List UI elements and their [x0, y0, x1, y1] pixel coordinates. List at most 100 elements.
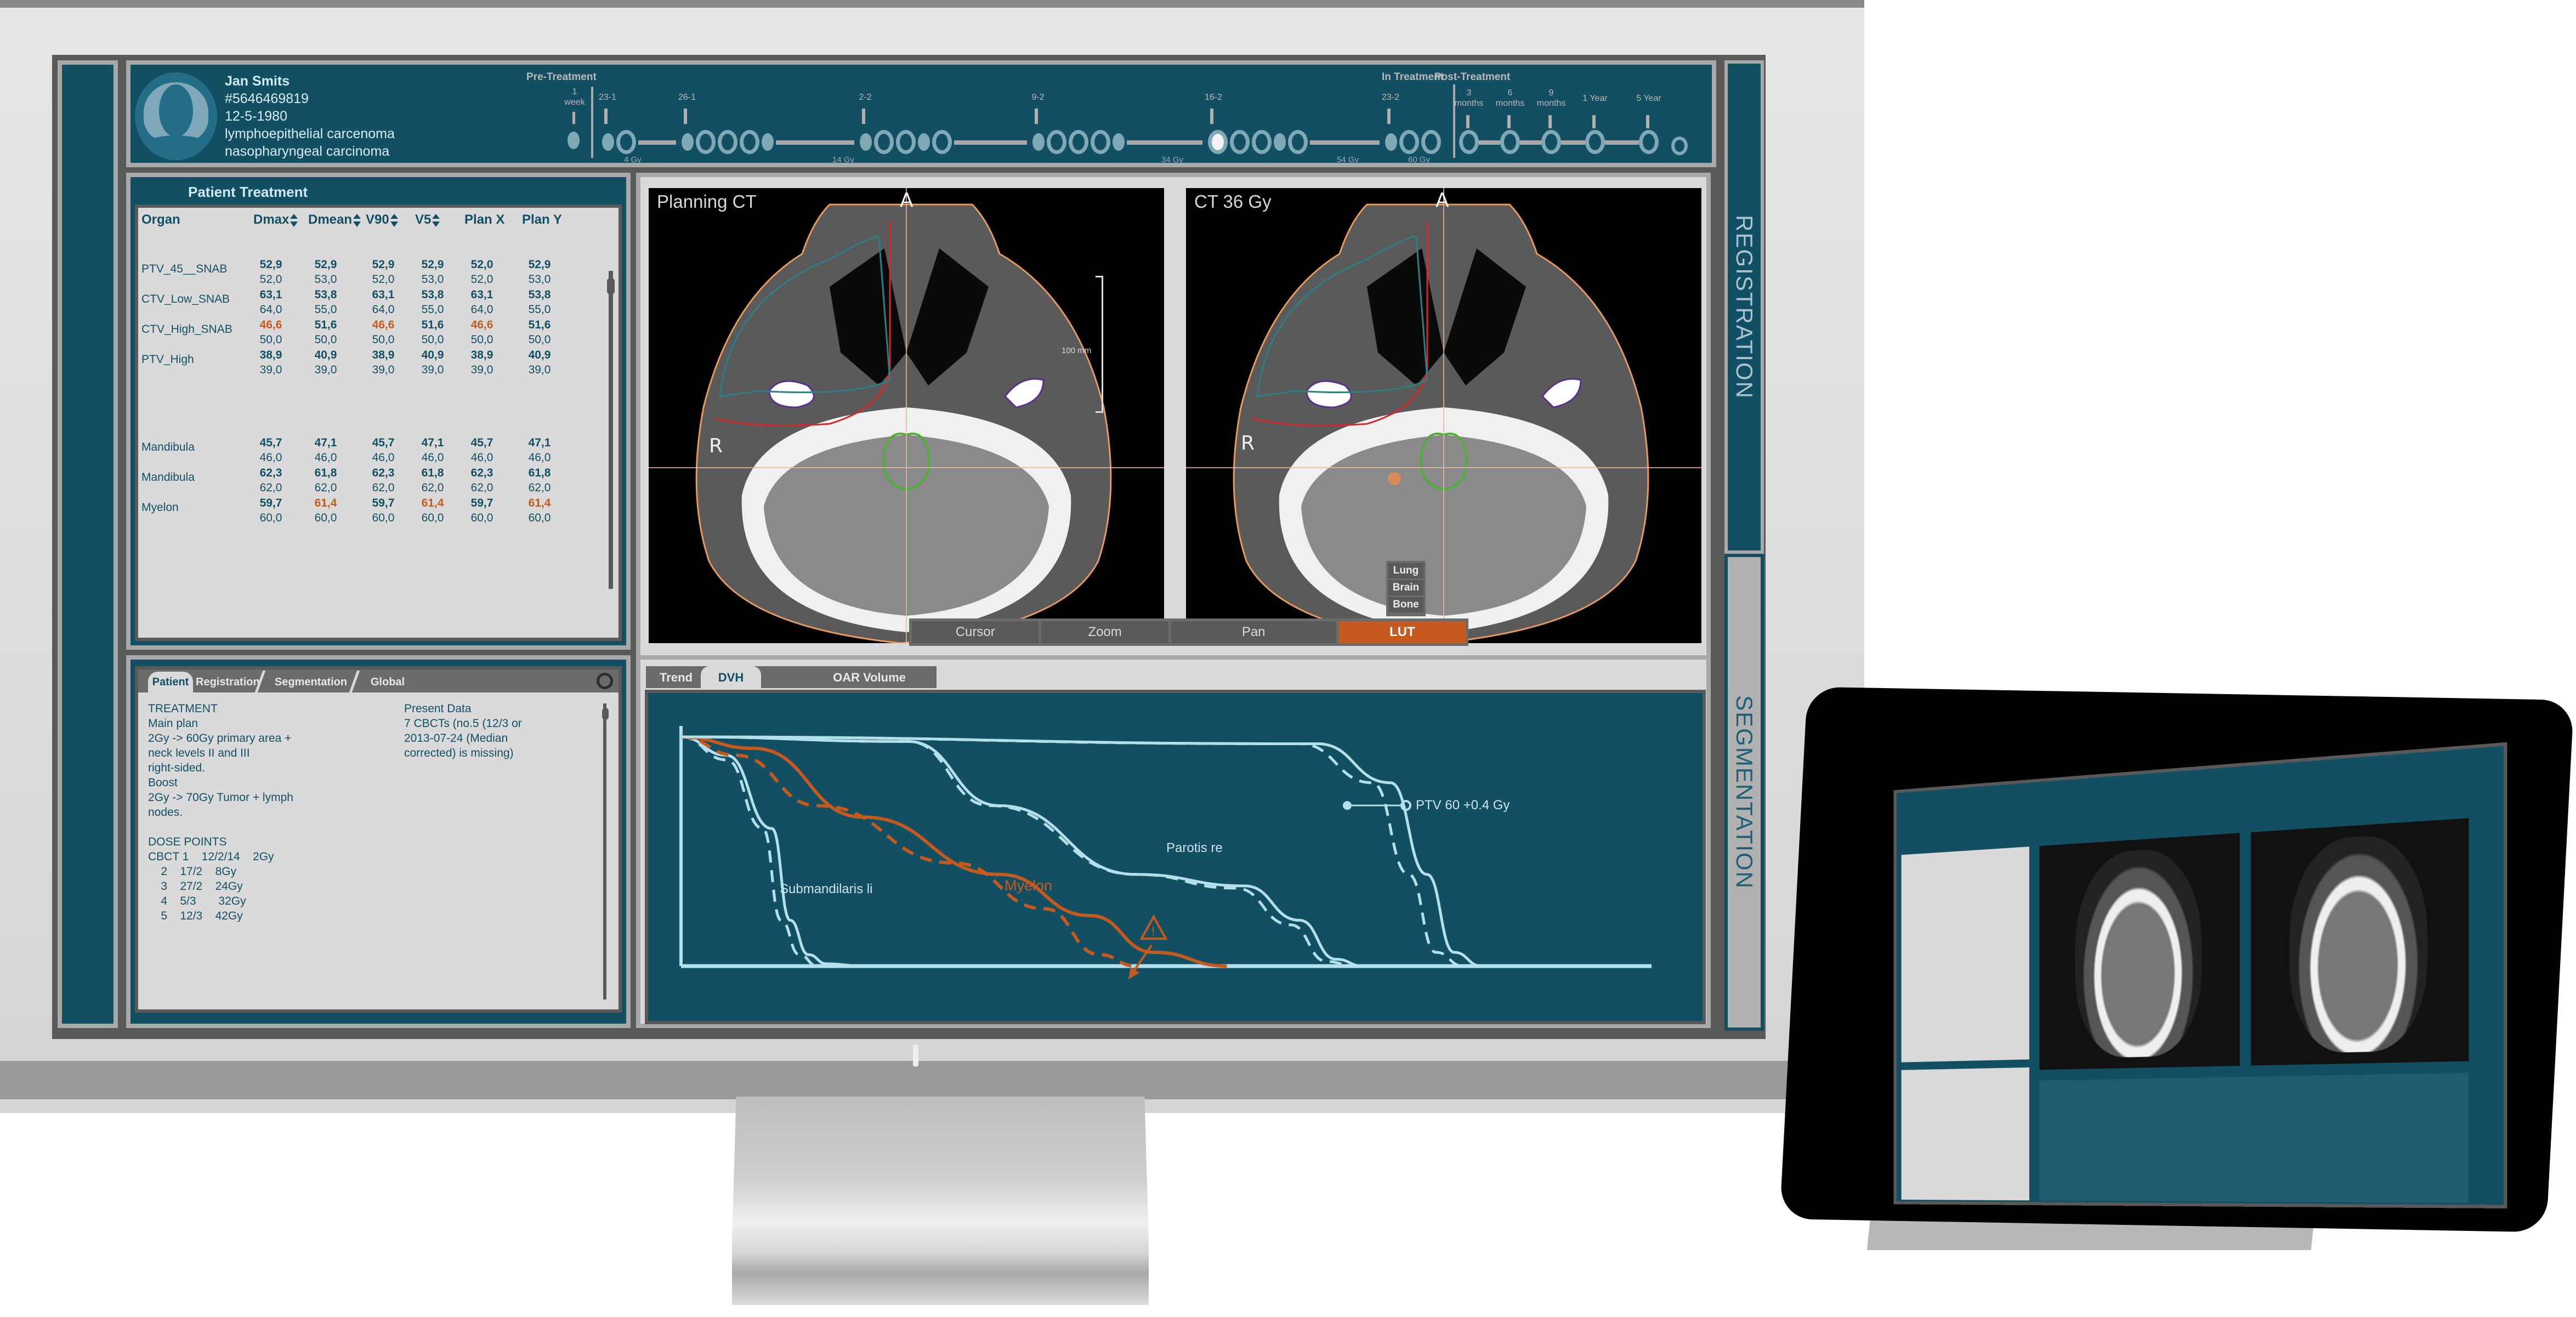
column-header[interactable]: Dmax — [253, 212, 298, 228]
timeline-node[interactable] — [568, 132, 580, 149]
timeline-node-scheduled[interactable] — [696, 130, 716, 154]
timeline-node-scheduled[interactable] — [616, 130, 636, 154]
timeline-node-scheduled[interactable] — [1230, 130, 1250, 154]
export-icon[interactable] — [597, 673, 613, 689]
planned-dose: 52,0 — [470, 273, 493, 286]
treatment-notes: TREATMENT Main plan 2Gy -> 60Gy primary … — [148, 702, 293, 922]
timeline-node-scheduled[interactable] — [1252, 130, 1272, 154]
tab-patient[interactable]: Patient — [148, 672, 193, 692]
timeline-connector — [954, 140, 1027, 145]
timeline-node-completed[interactable] — [682, 133, 694, 151]
planned-dose: 53,0 — [528, 273, 551, 286]
timeline-node-scheduled[interactable] — [874, 130, 894, 154]
table-scrollbar-thumb[interactable] — [607, 278, 615, 294]
timeline-dose-label: 14 Gy — [832, 155, 855, 164]
timeline-node-completed[interactable] — [1032, 133, 1045, 151]
section-pre-treatment: Pre-Treatment — [526, 71, 597, 83]
timeline-node-completed[interactable] — [1113, 133, 1125, 151]
timeline-node-scheduled[interactable] — [1047, 130, 1066, 154]
dose-cell: 59,7 60,0 — [249, 496, 293, 525]
timeline-node-completed[interactable] — [602, 133, 614, 151]
sort-icon[interactable] — [290, 213, 298, 227]
timeline-node-scheduled[interactable] — [1091, 130, 1110, 154]
timeline-node-followup[interactable] — [1541, 130, 1561, 154]
ct-view-planning[interactable]: Planning CT A R 100 mm — [649, 188, 1164, 643]
ct-scan-image — [1186, 188, 1701, 643]
notes-scrollbar-thumb[interactable] — [602, 708, 609, 720]
sort-icon[interactable] — [432, 213, 440, 227]
planned-dose: 53,0 — [314, 273, 337, 286]
actual-dose: 46,6 — [259, 319, 282, 331]
table-scrollbar[interactable] — [609, 271, 613, 589]
patient-dob: 12-5-1980 — [225, 109, 287, 124]
timeline-node-completed[interactable] — [1385, 133, 1397, 151]
timeline-node-completed[interactable] — [762, 133, 774, 151]
timeline-node-scheduled[interactable] — [1069, 130, 1088, 154]
actual-dose: 40,9 — [421, 349, 444, 361]
timeline-node-scheduled[interactable] — [1399, 130, 1419, 154]
dose-cell: 47,1 46,0 — [518, 435, 561, 465]
planned-dose: 52,0 — [372, 273, 395, 286]
column-header[interactable]: Dmean — [308, 212, 361, 228]
dose-cell: 51,6 50,0 — [411, 317, 455, 347]
sort-icon[interactable] — [353, 213, 361, 227]
ct-scan-image — [649, 188, 1164, 643]
actual-dose: 61,8 — [528, 467, 551, 479]
timeline-node-followup[interactable] — [1585, 130, 1605, 154]
planned-dose: 64,0 — [470, 303, 493, 316]
timeline-node-scheduled[interactable] — [718, 130, 737, 154]
tool-lut-button[interactable]: LUT — [1338, 621, 1466, 643]
timeline-node-scheduled[interactable] — [932, 130, 952, 154]
ct-view-36gy[interactable]: CT 36 Gy A R Lung Brain Bone — [1186, 188, 1701, 643]
timeline-dose-label: 54 Gy — [1337, 155, 1359, 164]
timeline-date-label: 23-2 — [1381, 93, 1400, 102]
panel-title: Patient Treatment — [188, 184, 308, 200]
organ-name: PTV_High — [141, 353, 194, 366]
side-tab-registration[interactable]: REGISTRATION — [1724, 60, 1764, 554]
tab-registration[interactable]: Registration — [196, 672, 260, 692]
planned-dose: 64,0 — [372, 303, 395, 316]
planned-dose: 62,0 — [421, 481, 444, 494]
column-header[interactable]: V90 — [366, 212, 398, 228]
tab-oar-volume[interactable]: OAR Volume — [821, 666, 917, 688]
timeline-node-scheduled[interactable] — [740, 130, 759, 154]
actual-dose: 53,8 — [314, 288, 337, 301]
timeline-node-scheduled[interactable] — [1421, 130, 1441, 154]
actual-dose: 63,1 — [470, 288, 493, 301]
timeline-node-completed[interactable] — [1274, 133, 1286, 151]
sort-icon[interactable] — [390, 213, 398, 227]
dose-cell: 59,7 60,0 — [361, 496, 405, 525]
timeline-end-icon[interactable] — [1671, 137, 1688, 155]
dose-cell: 38,9 39,0 — [249, 348, 293, 377]
tab-dvh[interactable]: DVH — [701, 666, 761, 688]
patient-id: #5646469819 — [225, 91, 309, 106]
column-header[interactable]: V5 — [415, 212, 440, 228]
lut-option-brain[interactable]: Brain — [1388, 580, 1423, 595]
side-tab-segmentation[interactable]: SEGMENTATION — [1724, 554, 1764, 1031]
actual-dose: 38,9 — [470, 349, 493, 361]
timeline-node-followup[interactable] — [1500, 130, 1520, 154]
actual-dose: 52,9 — [528, 258, 551, 271]
lut-option-bone[interactable]: Bone — [1388, 597, 1423, 612]
tool-zoom-button[interactable]: Zoom — [1041, 621, 1168, 643]
lut-option-lung[interactable]: Lung — [1388, 563, 1423, 578]
tool-cursor-button[interactable]: Cursor — [912, 621, 1039, 643]
timeline-node-scheduled[interactable] — [1288, 130, 1308, 154]
timeline-node-current[interactable] — [1208, 130, 1228, 154]
tab-global[interactable]: Global — [363, 672, 412, 692]
contour-mandible — [768, 380, 815, 408]
timeline-tick — [1507, 115, 1511, 128]
timeline-node-completed[interactable] — [918, 133, 930, 151]
timeline-node-completed[interactable] — [860, 133, 872, 151]
planned-dose: 39,0 — [314, 364, 337, 376]
timeline-node-followup[interactable] — [1639, 130, 1659, 154]
tool-pan-button[interactable]: Pan — [1171, 621, 1336, 643]
dose-cell: 40,9 39,0 — [304, 348, 348, 377]
tab-trend[interactable]: Trend — [651, 666, 701, 688]
actual-dose: 62,3 — [259, 467, 282, 479]
timeline-node-followup[interactable] — [1459, 130, 1479, 154]
notes-scrollbar[interactable] — [603, 703, 606, 1000]
tab-segmentation[interactable]: Segmentation — [270, 672, 352, 692]
actual-dose: 38,9 — [259, 349, 282, 361]
timeline-node-scheduled[interactable] — [896, 130, 916, 154]
